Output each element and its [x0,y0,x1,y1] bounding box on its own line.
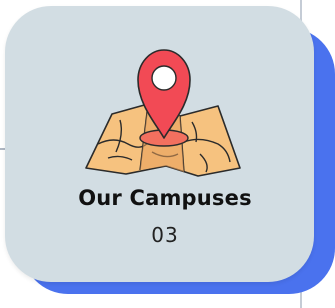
campuses-card[interactable]: Our Campuses 03 [5,6,314,282]
campus-count: 03 [151,223,179,247]
map-location-pin-icon [85,49,241,177]
card-title: Our Campuses [78,186,252,210]
campuses-tile-stage: Our Campuses 03 [0,0,335,308]
